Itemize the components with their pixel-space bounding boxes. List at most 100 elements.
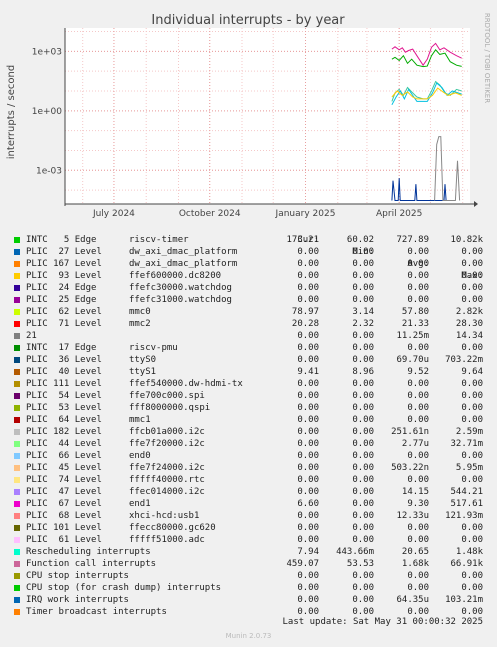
legend-min: 0.00 (352, 499, 374, 509)
legend-name: Function call interrupts (26, 559, 157, 569)
chart-area: Individual interrupts - by year interrup… (6, 13, 491, 219)
legend-swatch (14, 249, 20, 255)
legend-avg: 21.33 (401, 319, 429, 329)
legend-avg: 64.35u (396, 595, 429, 605)
legend-swatch (14, 429, 20, 435)
legend-max: 0.00 (461, 259, 483, 269)
legend-cur: 0.00 (297, 259, 319, 269)
legend-name: PLIC 45 Level ffe7f24000.i2c (26, 463, 205, 473)
legend-max: 544.21 (450, 487, 483, 497)
x-tick-label: July 2024 (92, 209, 135, 219)
legend-header: Cur: Min: Avg: Max: (14, 222, 490, 281)
legend-name: PLIC 101 Level ffecc80000.gc620 (26, 523, 216, 533)
legend-name: PLIC 61 Level fffff51000.adc (26, 535, 205, 545)
legend-max: 0.00 (461, 451, 483, 461)
legend-min: 0.00 (352, 355, 374, 365)
legend-min: 0.00 (352, 379, 374, 389)
legend-cur: 0.00 (297, 451, 319, 461)
legend-max: 0.00 (461, 475, 483, 485)
legend-max: 0.00 (461, 583, 483, 593)
last-update: Last update: Sat May 31 00:00:32 2025 (282, 617, 483, 627)
legend-avg: 0.00 (407, 415, 429, 425)
legend-name: Timer broadcast interrupts (26, 607, 167, 617)
legend-swatch (14, 477, 20, 483)
legend-min: 0.00 (352, 427, 374, 437)
legend-swatch (14, 381, 20, 387)
legend-row: PLIC 24 Edge ffefc30000.watchdog 0.00 0.00… (14, 282, 490, 294)
legend-name: PLIC 27 Level dw_axi_dmac_platform (26, 247, 238, 257)
legend-swatch (14, 537, 20, 543)
legend-swatch (14, 585, 20, 591)
legend-max: 0.00 (461, 379, 483, 389)
legend-min: 0.00 (352, 403, 374, 413)
legend-cur: 0.00 (297, 571, 319, 581)
legend-cur: 0.00 (297, 523, 319, 533)
y-axis-label: interrupts / second (6, 65, 17, 159)
legend-max: 10.82k (450, 235, 483, 245)
legend-avg: 20.65 (401, 547, 429, 557)
legend-cur: 459.07 (286, 559, 319, 569)
legend-row: PLIC 93 Level ffef600000.dc8200 0.00 0.00 0… (14, 270, 490, 282)
legend-avg: 57.80 (401, 307, 429, 317)
legend-swatch (14, 369, 20, 375)
legend-name: CPU stop (for crash dump) interrupts (26, 583, 222, 593)
legend-avg: 0.00 (407, 247, 429, 257)
legend-name: PLIC 44 Level ffe7f20000.i2c (26, 439, 205, 449)
legend-cur: 0.00 (297, 583, 319, 593)
legend-avg: 0.00 (407, 259, 429, 269)
legend-name: PLIC 68 Level xhci-hcd:usb1 (26, 511, 200, 521)
chart-title: Individual interrupts - by year (151, 13, 345, 28)
y-tick-label: 1e+00 (32, 107, 63, 117)
legend-max: 0.00 (461, 523, 483, 533)
legend-row: INTC 5 Edge riscv-timer 173.21 60.02 727.89… (14, 234, 490, 246)
legend-avg: 0.00 (407, 535, 429, 545)
legend-swatch (14, 453, 20, 459)
legend-swatch (14, 237, 20, 243)
legend-cur: 0.00 (297, 403, 319, 413)
legend-max: 517.61 (450, 499, 483, 509)
legend-min: 0.00 (352, 571, 374, 581)
legend-cur: 0.00 (297, 295, 319, 305)
legend-max: 14.34 (455, 331, 483, 341)
legend-cur: 0.00 (297, 439, 319, 449)
legend-avg: 0.00 (407, 343, 429, 353)
legend-row: Rescheduling interrupts 7.94 443.66m 20.65 1… (14, 546, 490, 558)
legend-row: PLIC 54 Level ffe700c000.spi 0.00 0.00 0.00… (14, 390, 490, 402)
legend-avg: 11.25m (396, 331, 429, 341)
legend-swatch (14, 345, 20, 351)
y-tick-label: 1e-03 (36, 166, 62, 176)
legend-swatch (14, 285, 20, 291)
legend-cur: 173.21 (286, 235, 319, 245)
legend-row: PLIC 71 Level mmc2 20.28 2.32 21.33 28.30 (14, 318, 490, 330)
legend-name: PLIC 40 Level ttyS1 (26, 367, 157, 377)
legend-swatch (14, 405, 20, 411)
legend-avg: 0.00 (407, 283, 429, 293)
legend-cur: 0.00 (297, 511, 319, 521)
y-tick-labels: 1e+03 1e+00 1e-03 (32, 47, 63, 176)
legend-avg: 0.00 (407, 475, 429, 485)
legend-min: 0.00 (352, 415, 374, 425)
legend-avg: 0.00 (407, 451, 429, 461)
legend-name: PLIC 182 Level ffcb01a000.i2c (26, 427, 205, 437)
legend-min: 53.53 (346, 559, 374, 569)
legend-max: 9.64 (461, 367, 483, 377)
legend-max: 103.21m (445, 595, 483, 605)
legend-max: 66.91k (450, 559, 483, 569)
legend-name: PLIC 64 Level mmc1 (26, 415, 151, 425)
legend-swatch (14, 309, 20, 315)
legend-max: 28.30 (455, 319, 483, 329)
legend-max: 0.00 (461, 247, 483, 257)
legend-name: PLIC 54 Level ffe700c000.spi (26, 391, 205, 401)
legend-row: PLIC 40 Level ttyS1 9.41 8.96 9.52 9.64 (14, 366, 490, 378)
legend-min: 0.00 (352, 463, 374, 473)
legend-max: 703.22m (445, 355, 483, 365)
legend-row: PLIC 36 Level ttyS0 0.00 0.00 69.70u 703.22m (14, 354, 490, 366)
legend-row: PLIC 167 Level dw_axi_dmac_platform 0.00 0… (14, 258, 490, 270)
legend-swatch (14, 261, 20, 267)
legend-cur: 0.00 (297, 463, 319, 473)
legend-name: PLIC 53 Level fff8000000.qspi (26, 403, 211, 413)
legend-min: 2.32 (352, 319, 374, 329)
legend-avg: 0.00 (407, 271, 429, 281)
legend-cur: 0.00 (297, 331, 319, 341)
legend-min: 0.00 (352, 583, 374, 593)
